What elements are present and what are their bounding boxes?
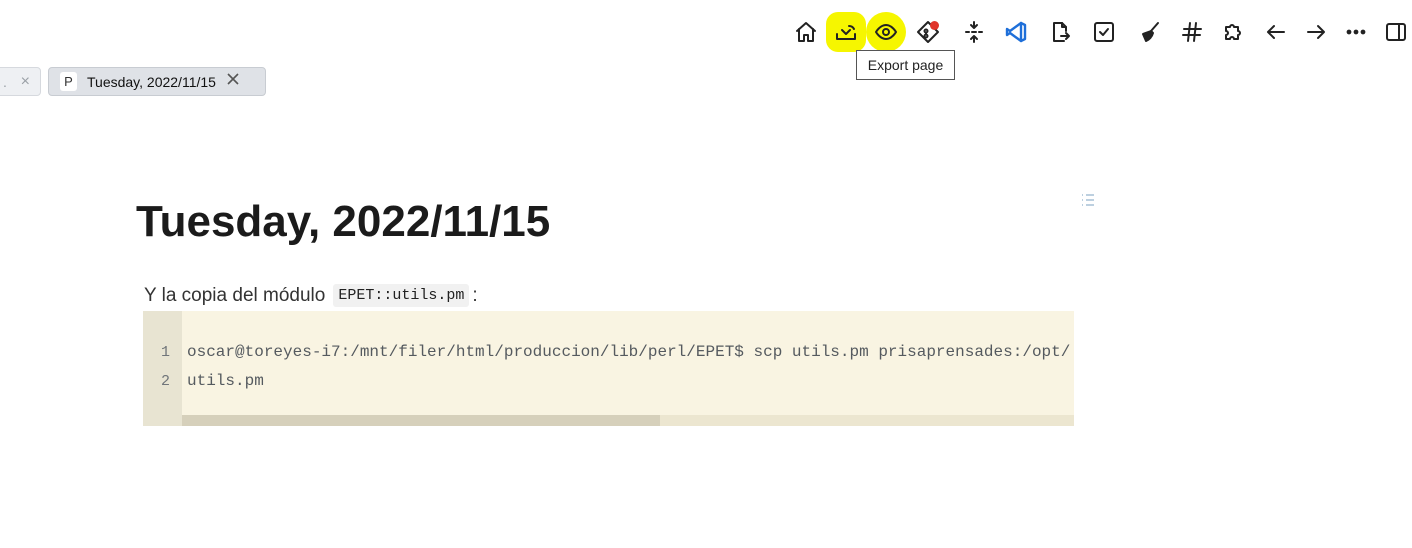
hash-icon [1182, 22, 1202, 42]
arrow-right-icon [1307, 25, 1325, 39]
paragraph: Y la copia del módulo EPET::utils.pm : [144, 284, 478, 307]
tags-button[interactable] [1172, 12, 1212, 52]
code-line: utils.pm [187, 372, 264, 390]
plugins-button[interactable] [1214, 12, 1254, 52]
code-line: oscar@toreyes-i7:/mnt/filer/html/producc… [187, 343, 1071, 361]
tab-title: Tuesday, 2022/11/15 [87, 73, 216, 90]
export-icon [836, 25, 856, 40]
toolbar [786, 8, 1412, 56]
inline-code: EPET::utils.pm [333, 284, 470, 307]
line-number: 2 [161, 373, 171, 390]
tasks-button[interactable] [1084, 12, 1124, 52]
preview-button[interactable] [866, 12, 906, 52]
tab-close-button[interactable] [226, 72, 240, 91]
tab-active[interactable]: P Tuesday, 2022/11/15 [48, 67, 266, 96]
home-button[interactable] [786, 12, 826, 52]
checkbox-icon [1094, 22, 1114, 42]
vscode-icon [1005, 21, 1027, 43]
forward-button[interactable] [1296, 12, 1336, 52]
page-type-icon: P [60, 72, 77, 91]
sidebar-toggle-button[interactable] [1376, 12, 1412, 52]
notification-badge [930, 21, 939, 30]
collapse-button[interactable] [954, 12, 994, 52]
more-button[interactable] [1336, 12, 1376, 52]
code-block[interactable]: 1 oscar@toreyes-i7:/mnt/filer/html/produ… [143, 311, 1074, 426]
arrow-left-icon [1267, 25, 1285, 39]
vscode-button[interactable] [996, 12, 1036, 52]
git-button[interactable] [908, 12, 948, 52]
more-icon [1346, 29, 1366, 35]
page-title: Tuesday, 2022/11/15 [136, 197, 551, 246]
file-export-icon [1053, 22, 1070, 42]
sidebar-toggle-icon [1386, 23, 1406, 41]
line-number: 1 [161, 344, 171, 361]
paragraph-text: Y la copia del módulo [144, 284, 326, 306]
eye-icon [875, 24, 897, 40]
tab-previous[interactable]: . × [0, 67, 41, 96]
broom-icon [1142, 22, 1159, 42]
horizontal-scrollbar-thumb[interactable] [182, 415, 660, 426]
outline-icon [1082, 194, 1094, 206]
paragraph-suffix: : [472, 284, 478, 306]
clean-button[interactable] [1130, 12, 1170, 52]
back-button[interactable] [1256, 12, 1296, 52]
tab-previous-close-icon[interactable]: × [21, 73, 30, 91]
puzzle-icon [1225, 24, 1241, 40]
export-page-button[interactable] [826, 12, 866, 52]
tab-previous-label: . [3, 74, 7, 90]
outline-toggle[interactable] [1080, 192, 1096, 208]
export-page-tooltip: Export page [856, 50, 955, 80]
close-icon [227, 73, 239, 85]
file-export-button[interactable] [1040, 12, 1080, 52]
code-gutter [143, 311, 182, 426]
home-icon [796, 22, 816, 42]
collapse-icon [965, 21, 983, 43]
